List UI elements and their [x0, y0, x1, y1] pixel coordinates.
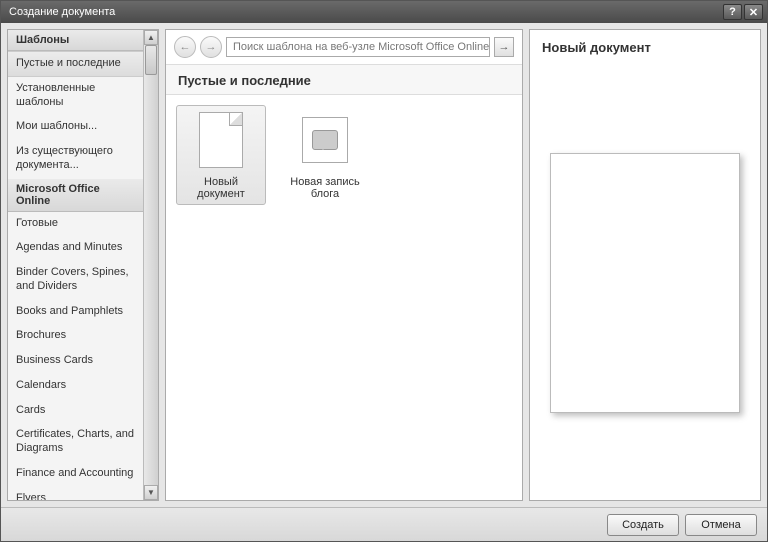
arrow-right-icon: →	[206, 41, 217, 53]
sidebar: Шаблоны Пустые и последние Установленные…	[7, 29, 159, 501]
sidebar-item-certificates[interactable]: Certificates, Charts, and Diagrams	[8, 423, 143, 462]
dialog-footer: Создать Отмена	[1, 507, 767, 541]
sidebar-item-brochures[interactable]: Brochures	[8, 324, 143, 349]
scroll-up-button[interactable]: ▲	[144, 30, 158, 45]
sidebar-item-binder[interactable]: Binder Covers, Spines, and Dividers	[8, 261, 143, 300]
new-document-dialog: Создание документа ? ✕ Шаблоны Пустые и …	[0, 0, 768, 542]
sidebar-item-ready[interactable]: Готовые	[8, 212, 143, 237]
back-button[interactable]: ←	[174, 36, 196, 58]
window-title: Создание документа	[9, 6, 721, 18]
section-title: Пустые и последние	[166, 65, 522, 95]
sidebar-scrollbar[interactable]: ▲ ▼	[143, 30, 158, 500]
template-label: Новая запись блога	[285, 176, 365, 200]
search-input[interactable]: Поиск шаблона на веб-узле Microsoft Offi…	[226, 37, 490, 57]
sidebar-item-agendas[interactable]: Agendas and Minutes	[8, 236, 143, 261]
sidebar-item-installed[interactable]: Установленные шаблоны	[8, 77, 143, 116]
preview-panel: Новый документ	[529, 29, 761, 501]
sidebar-item-from-existing[interactable]: Из существующего документа...	[8, 140, 143, 179]
preview-body	[530, 65, 760, 500]
sidebar-item-my-templates[interactable]: Мои шаблоны...	[8, 115, 143, 140]
scroll-down-button[interactable]: ▼	[144, 485, 158, 500]
preview-title: Новый документ	[530, 30, 760, 65]
sidebar-list: Шаблоны Пустые и последние Установленные…	[8, 30, 143, 500]
close-button[interactable]: ✕	[744, 4, 763, 20]
sidebar-item-flyers[interactable]: Flyers	[8, 487, 143, 501]
dialog-body: Шаблоны Пустые и последние Установленные…	[1, 23, 767, 507]
preview-page	[550, 153, 740, 413]
create-button[interactable]: Создать	[607, 514, 679, 536]
sidebar-item-cards[interactable]: Cards	[8, 399, 143, 424]
arrow-right-icon: →	[499, 41, 510, 53]
center-panel: ← → Поиск шаблона на веб-узле Microsoft …	[165, 29, 523, 501]
sidebar-item-finance[interactable]: Finance and Accounting	[8, 462, 143, 487]
sidebar-item-calendars[interactable]: Calendars	[8, 374, 143, 399]
template-new-document[interactable]: Новый документ	[176, 105, 266, 205]
center-toolbar: ← → Поиск шаблона на веб-узле Microsoft …	[166, 30, 522, 65]
titlebar: Создание документа ? ✕	[1, 1, 767, 23]
blog-icon	[295, 110, 355, 170]
arrow-left-icon: ←	[180, 41, 191, 53]
close-icon: ✕	[749, 6, 758, 19]
sidebar-header-online: Microsoft Office Online	[8, 179, 143, 212]
template-label: Новый документ	[181, 176, 261, 200]
sidebar-item-books[interactable]: Books and Pamphlets	[8, 300, 143, 325]
template-list: Новый документ Новая запись блога	[166, 95, 522, 500]
cancel-button[interactable]: Отмена	[685, 514, 757, 536]
sidebar-header-templates: Шаблоны	[8, 30, 143, 51]
sidebar-item-business-cards[interactable]: Business Cards	[8, 349, 143, 374]
template-new-blog-post[interactable]: Новая запись блога	[280, 105, 370, 205]
search-go-button[interactable]: →	[494, 37, 514, 57]
sidebar-item-blank-recent[interactable]: Пустые и последние	[8, 51, 143, 77]
forward-button[interactable]: →	[200, 36, 222, 58]
help-button[interactable]: ?	[723, 4, 742, 20]
scroll-thumb[interactable]	[145, 45, 157, 75]
document-icon	[191, 110, 251, 170]
